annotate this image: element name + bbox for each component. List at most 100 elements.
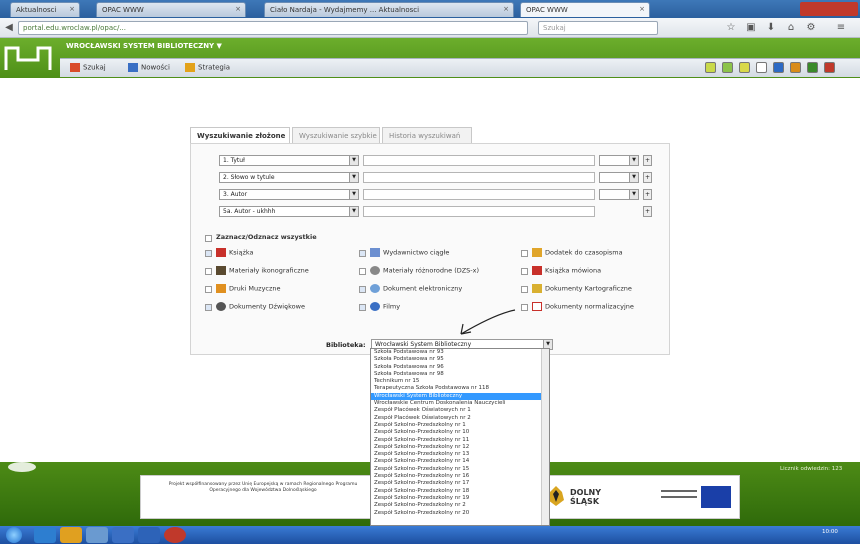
download-icon[interactable]: ⬇ xyxy=(765,22,777,34)
star-icon[interactable]: ☆ xyxy=(725,22,737,34)
library-option[interactable]: Zespół Szkolno-Przedszkolny nr 2 xyxy=(371,502,549,509)
doctype-checkbox[interactable] xyxy=(205,268,212,275)
close-icon[interactable]: × xyxy=(503,5,509,13)
addon-icon[interactable] xyxy=(773,62,784,73)
doctype-film: Filmy xyxy=(370,302,400,311)
select-all-checkbox[interactable] xyxy=(205,235,212,242)
addon-icon[interactable] xyxy=(739,62,750,73)
library-option[interactable]: Zespół Placówek Oświatowych nr 1 xyxy=(371,407,549,414)
url-input[interactable]: portal.edu.wroclaw.pl/opac/... xyxy=(18,21,528,35)
operator-select-1[interactable]: ▼ xyxy=(599,155,639,166)
search-term-input-3[interactable] xyxy=(363,189,595,200)
browser-tab[interactable]: Aktualnosci × xyxy=(10,2,80,17)
library-option[interactable]: Zespół Szkolno-Przedszkolny nr 15 xyxy=(371,466,549,473)
add-row-button[interactable]: + xyxy=(643,189,652,200)
library-option[interactable]: Szkoła Podstawowa nr 93 xyxy=(371,349,549,356)
doctype-audio: Dokumenty Dźwiękowe xyxy=(216,302,305,311)
browser-tab[interactable]: OPAC WWW × xyxy=(96,2,246,17)
site-logo xyxy=(4,46,52,70)
dropdown-scrollbar[interactable] xyxy=(541,349,549,525)
addon-icon[interactable] xyxy=(756,62,767,73)
close-icon[interactable]: × xyxy=(69,5,75,13)
doctype-checkbox[interactable] xyxy=(521,286,528,293)
home-icon[interactable]: ⌂ xyxy=(785,22,797,34)
operator-select-3[interactable]: ▼ xyxy=(599,189,639,200)
close-icon[interactable]: × xyxy=(235,5,241,13)
explorer-icon[interactable] xyxy=(60,527,82,543)
addon-icon[interactable] xyxy=(790,62,801,73)
bookmark-icon[interactable]: ▣ xyxy=(745,22,757,34)
menu-icon[interactable]: ≡ xyxy=(835,22,847,34)
chevron-down-icon: ▼ xyxy=(629,156,638,165)
field-label: 5a. Autor - ukhhh xyxy=(223,208,276,215)
field-select-2[interactable]: 2. Słowo w tytule ▼ xyxy=(219,172,359,183)
bookmark-news[interactable]: Nowości xyxy=(128,63,170,72)
library-option[interactable]: Szkoła Podstawowa nr 98 xyxy=(371,371,549,378)
doctype-checkbox[interactable] xyxy=(521,304,528,311)
addon-icon[interactable] xyxy=(722,62,733,73)
doctype-audiobook: Książka mówiona xyxy=(532,266,601,275)
add-row-button[interactable]: + xyxy=(643,155,652,166)
library-option[interactable]: Technikum nr 15 xyxy=(371,378,549,385)
library-option[interactable]: Szkoła Podstawowa nr 95 xyxy=(371,356,549,363)
app-icon[interactable] xyxy=(112,527,134,543)
browser-tab-active[interactable]: OPAC WWW × xyxy=(520,2,650,17)
doctype-checkbox[interactable] xyxy=(521,268,528,275)
library-option[interactable]: Zespół Szkolno-Przedszkolny nr 10 xyxy=(371,429,549,436)
library-option[interactable]: Zespół Szkolno-Przedszkolny nr 14 xyxy=(371,458,549,465)
operator-select-2[interactable]: ▼ xyxy=(599,172,639,183)
library-option[interactable]: Zespół Placówek Oświatowych nr 2 xyxy=(371,415,549,422)
doctype-checkbox[interactable] xyxy=(359,250,366,257)
back-icon[interactable]: ◀ xyxy=(3,22,15,34)
library-option[interactable]: Zespół Szkolno-Przedszkolny nr 20 xyxy=(371,510,549,517)
search-term-input-2[interactable] xyxy=(363,172,595,183)
doctype-checkbox[interactable] xyxy=(359,268,366,275)
doctype-checkbox[interactable] xyxy=(205,250,212,257)
doctype-checkbox[interactable] xyxy=(205,286,212,293)
app-icon[interactable] xyxy=(86,527,108,543)
library-option[interactable]: Terapeutyczna Szkoła Podstawowa nr 118 xyxy=(371,385,549,392)
doctype-label: Książka mówiona xyxy=(545,266,602,275)
doctype-electronic: Dokument elektroniczny xyxy=(370,284,462,293)
doctype-serial: Wydawnictwo ciągłe xyxy=(370,248,449,257)
close-icon[interactable]: × xyxy=(639,5,645,13)
add-row-button[interactable]: + xyxy=(643,206,652,217)
library-option[interactable]: Wrocławski System Biblioteczny xyxy=(371,392,549,401)
search-term-input-4[interactable] xyxy=(363,206,595,217)
doctype-checkbox[interactable] xyxy=(359,304,366,311)
library-dropdown-list[interactable]: Szkoła Podstawowa nr 93 Szkoła Podstawowa… xyxy=(370,348,550,526)
field-select-4[interactable]: 5a. Autor - ukhhh ▼ xyxy=(219,206,359,217)
serial-icon xyxy=(370,248,380,257)
bookmark-label: Nowości xyxy=(141,63,170,72)
browser-tab[interactable]: Ciało Nardaja - Wydajmemy ... Aktualnosc… xyxy=(264,2,514,17)
tab-quick-search[interactable]: Wyszukiwanie szybkie xyxy=(292,127,380,144)
audiobook-icon xyxy=(532,266,542,275)
doctype-checkbox[interactable] xyxy=(205,304,212,311)
window-controls[interactable] xyxy=(800,2,858,16)
add-row-button[interactable]: + xyxy=(643,172,652,183)
tab-advanced-search[interactable]: Wyszukiwanie złożone xyxy=(190,127,290,144)
field-select-3[interactable]: 3. Autor ▼ xyxy=(219,189,359,200)
site-title[interactable]: WROCŁAWSKI SYSTEM BIBLIOTECZNY ▼ xyxy=(66,42,222,50)
field-select-1[interactable]: 1. Tytuł ▼ xyxy=(219,155,359,166)
ie-icon[interactable] xyxy=(34,527,56,543)
settings-icon[interactable]: ⚙ xyxy=(805,22,817,34)
start-icon[interactable] xyxy=(6,527,22,543)
bookmark-search[interactable]: Szukaj xyxy=(70,63,106,72)
search-input[interactable]: Szukaj xyxy=(538,21,658,35)
library-option[interactable]: Zespół Szkolno-Przedszkolny nr 17 xyxy=(371,480,549,487)
library-option[interactable]: Szkoła Podstawowa nr 96 xyxy=(371,364,549,371)
search-term-input-1[interactable] xyxy=(363,155,595,166)
addon-icon[interactable] xyxy=(824,62,835,73)
library-option[interactable]: Zespół Szkolno-Przedszkolny nr 18 xyxy=(371,488,549,495)
app-icon[interactable] xyxy=(138,527,160,543)
addon-icon[interactable] xyxy=(807,62,818,73)
doctype-checkbox[interactable] xyxy=(359,286,366,293)
firefox-icon[interactable] xyxy=(164,527,186,543)
doctype-checkbox[interactable] xyxy=(521,250,528,257)
tab-search-history[interactable]: Historia wyszukiwań xyxy=(382,127,472,144)
addon-icon[interactable] xyxy=(705,62,716,73)
library-option[interactable]: Zespół Szkolno-Przedszkolny nr 11 xyxy=(371,437,549,444)
chevron-down-icon: ▼ xyxy=(349,190,358,199)
bookmark-strategy[interactable]: Strategia xyxy=(185,63,230,72)
